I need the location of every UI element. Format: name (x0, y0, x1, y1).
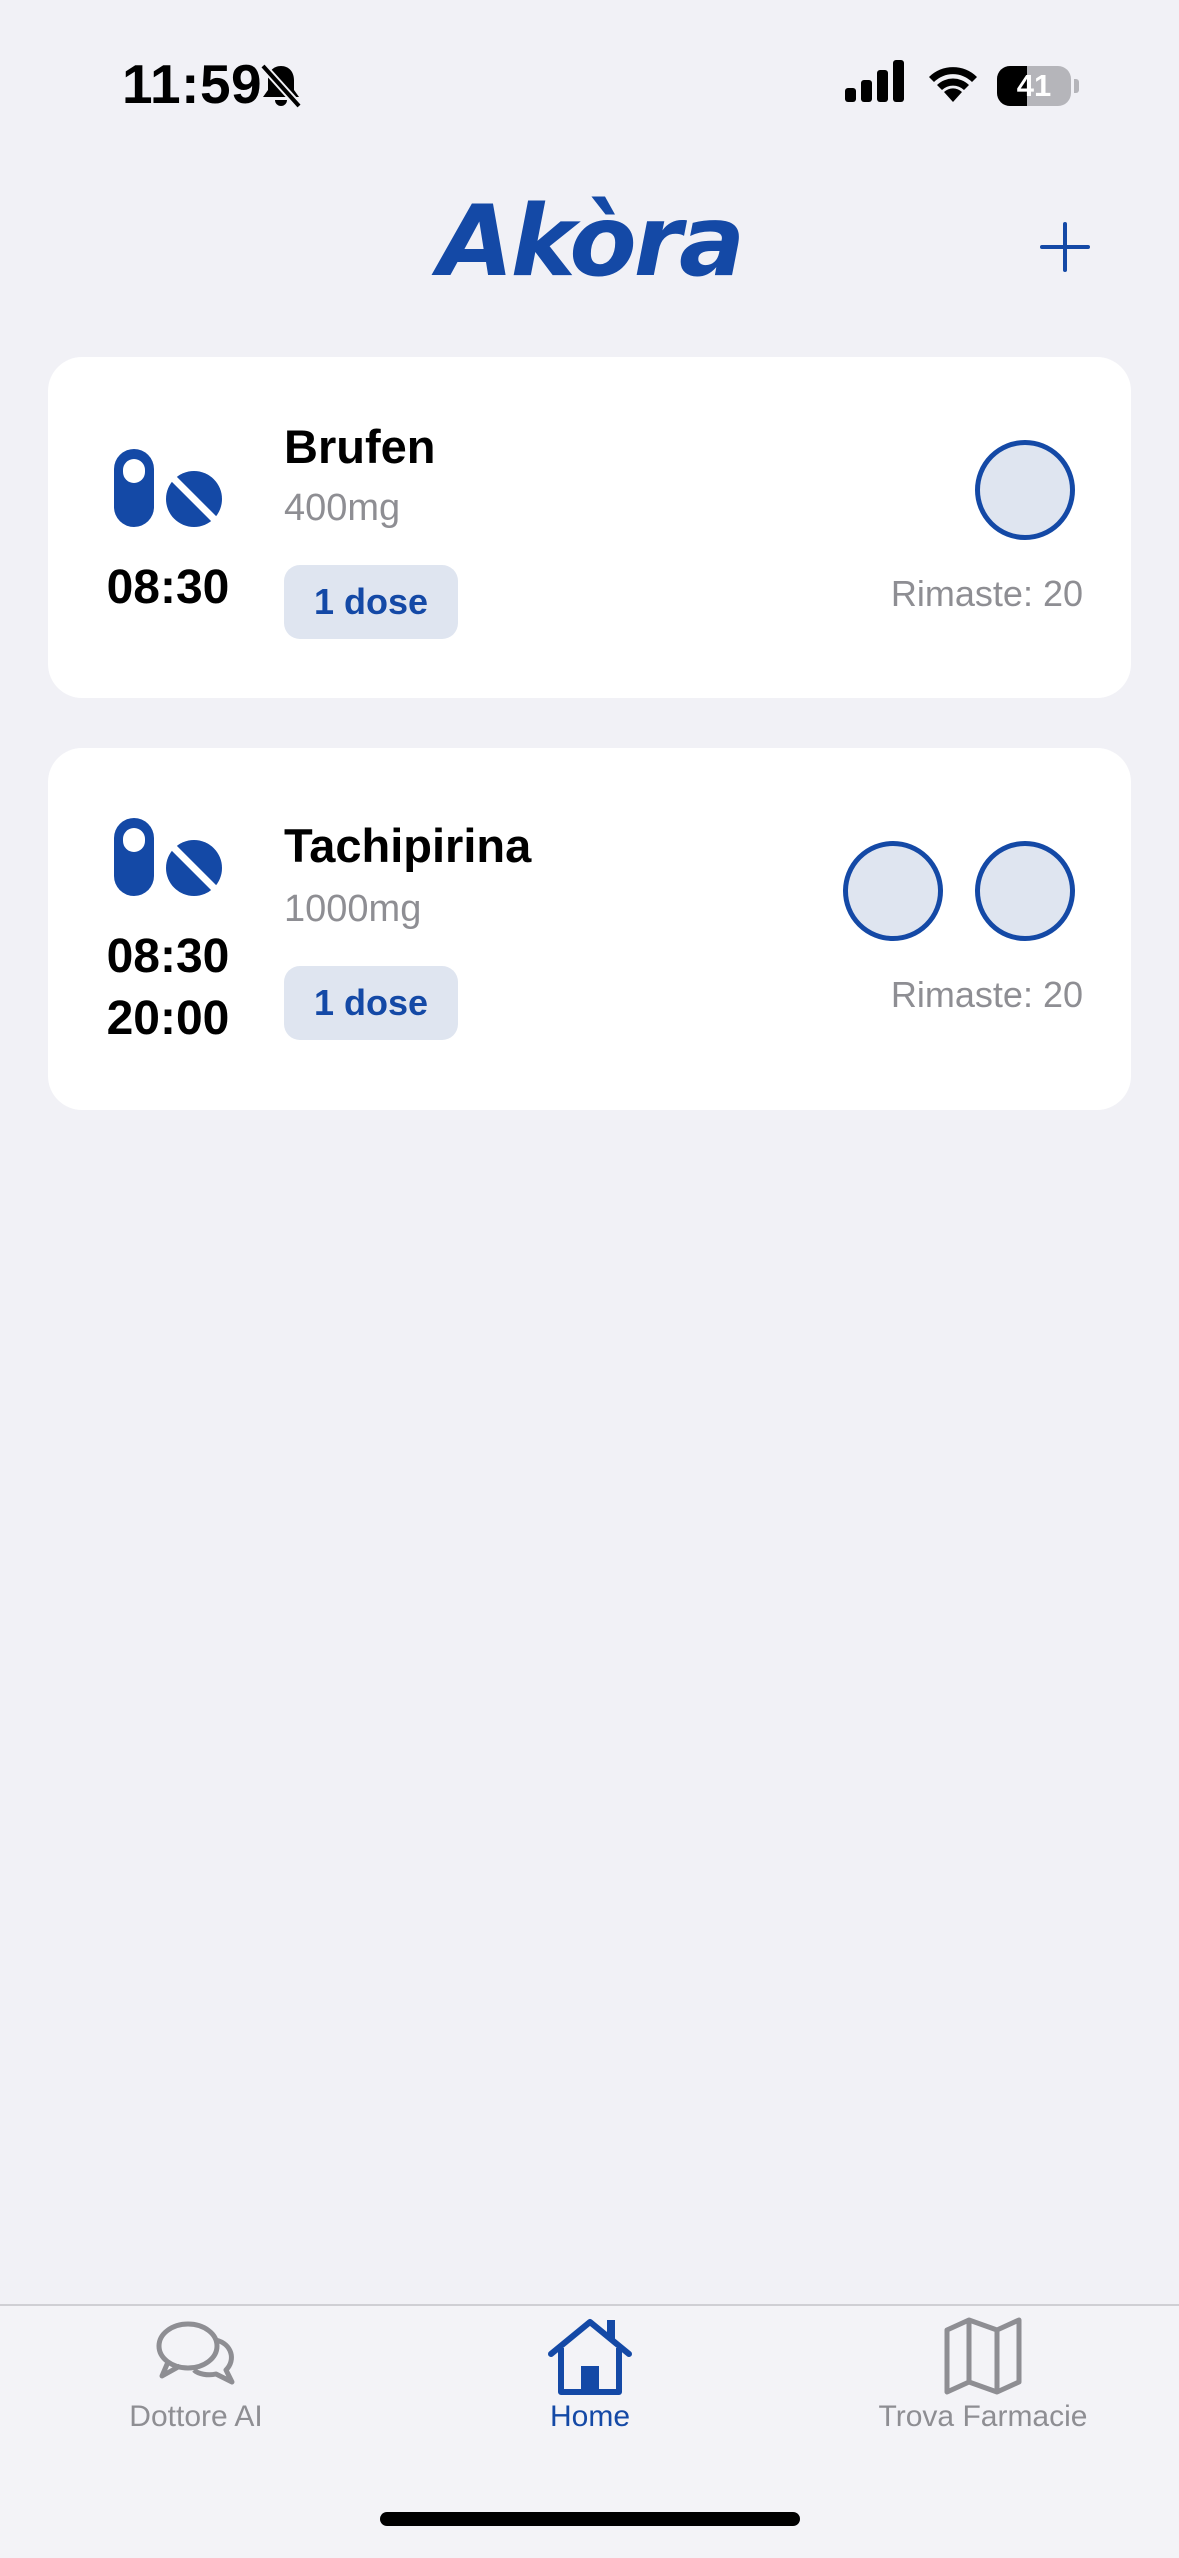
map-icon (944, 2317, 1022, 2395)
dose-time: 20:00 (106, 992, 230, 1045)
tab-label: Dottore AI (129, 2400, 263, 2433)
signal-icon (845, 60, 904, 102)
remaining-count: Rimaste: 20 (890, 974, 1083, 1015)
dose-time: 08:30 (106, 930, 230, 983)
tab-label: Trova Farmacie (878, 2400, 1088, 2433)
battery-indicator: 41 (997, 66, 1079, 106)
tab-home[interactable]: Home (440, 2316, 740, 2434)
tab-trova-farmacie[interactable]: Trova Farmacie (833, 2316, 1133, 2434)
bell-muted-icon (260, 63, 302, 109)
dose-check-circle[interactable] (843, 841, 943, 941)
medication-card-brufen[interactable]: 08:30 Brufen 400mg 1 dose Rimaste: 20 (48, 357, 1131, 698)
medication-name: Brufen (284, 420, 436, 473)
home-indicator (380, 2512, 800, 2526)
status-time: 11:59 (122, 53, 263, 115)
medication-dosage: 400mg (284, 487, 401, 529)
house-icon (548, 2319, 632, 2395)
pills-icon (114, 818, 222, 896)
dose-time: 08:30 (106, 561, 230, 614)
tab-label: Home (549, 2400, 631, 2433)
pills-icon (114, 449, 222, 527)
add-medication-button[interactable] (1036, 218, 1094, 276)
medication-card-tachipirina[interactable]: 08:30 20:00 Tachipirina 1000mg 1 dose Ri… (48, 748, 1131, 1110)
remaining-count: Rimaste: 20 (890, 573, 1083, 614)
medication-dosage: 1000mg (284, 888, 422, 930)
chat-bubbles-icon (156, 2321, 235, 2385)
battery-percentage: 41 (1016, 68, 1052, 103)
app-logo: Akòra (437, 185, 745, 299)
medication-name: Tachipirina (284, 819, 532, 872)
dose-check-circle[interactable] (975, 440, 1075, 540)
dose-chip[interactable]: 1 dose (284, 565, 459, 639)
dose-check-circle[interactable] (975, 841, 1075, 941)
wifi-icon (929, 67, 977, 102)
tab-dottore-ai[interactable]: Dottore AI (46, 2316, 346, 2434)
dose-chip[interactable]: 1 dose (284, 966, 459, 1040)
